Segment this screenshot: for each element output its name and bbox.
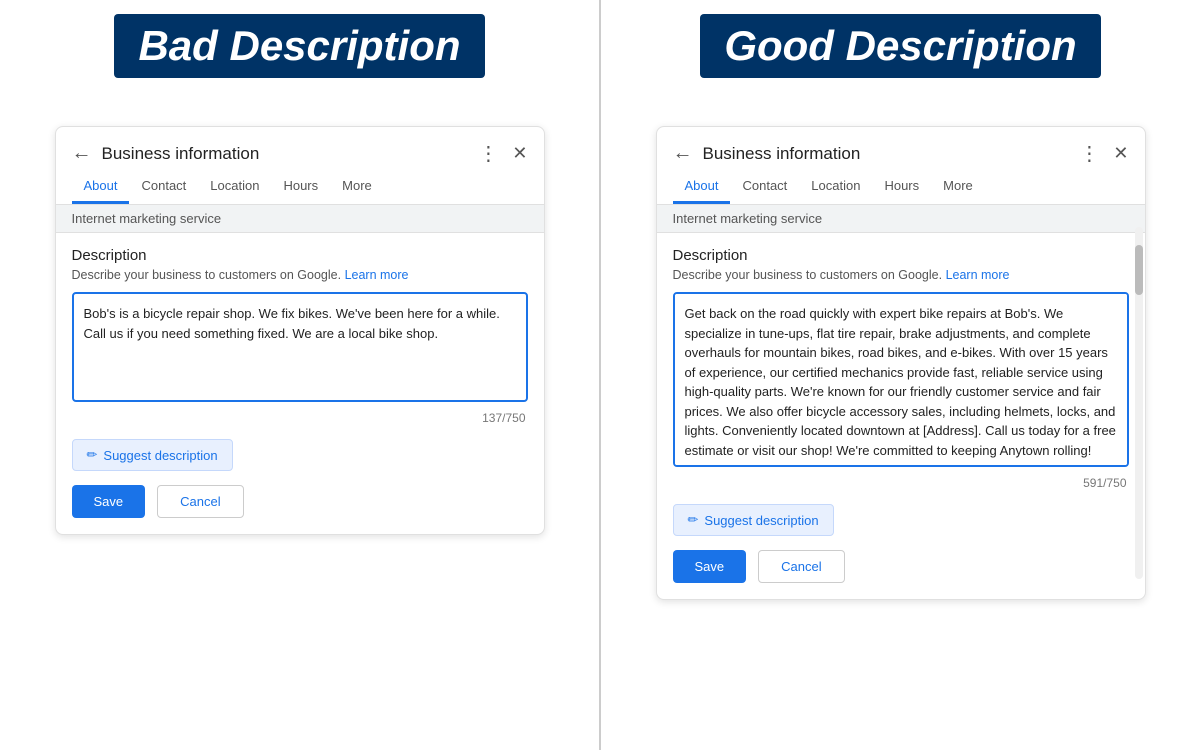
card-title-left: Business information [102, 144, 479, 164]
action-btns-left: Save Cancel [56, 481, 544, 518]
tab-more-right[interactable]: More [931, 172, 985, 204]
save-button-left[interactable]: Save [72, 485, 146, 518]
tab-about-left[interactable]: About [72, 172, 130, 204]
char-count-left: 137/750 [72, 411, 528, 425]
bad-description-card: ← Business information ⋮ ✕ About Contact… [55, 126, 545, 535]
bad-description-title: Bad Description [114, 14, 484, 78]
char-count-right: 591/750 [673, 476, 1129, 490]
back-arrow-left[interactable]: ← [72, 142, 92, 165]
description-textarea-right[interactable] [673, 292, 1129, 467]
card-header-left: ← Business information ⋮ ✕ [56, 127, 544, 166]
dots-menu-right[interactable]: ⋮ [1079, 141, 1099, 166]
back-arrow-right[interactable]: ← [673, 142, 693, 165]
tab-location-right[interactable]: Location [799, 172, 872, 204]
description-sub-right: Describe your business to customers on G… [673, 268, 1129, 282]
tab-hours-left[interactable]: Hours [271, 172, 330, 204]
suggest-btn-left[interactable]: ✏ Suggest description [72, 439, 233, 471]
pencil-icon-right: ✏ [688, 512, 699, 528]
tab-contact-right[interactable]: Contact [730, 172, 799, 204]
business-name-right: Internet marketing service [657, 205, 1145, 233]
cancel-button-left[interactable]: Cancel [157, 485, 243, 518]
left-panel: Bad Description ← Business information ⋮… [0, 0, 601, 750]
pencil-icon-left: ✏ [87, 447, 98, 463]
action-btns-right: Save Cancel [657, 546, 1145, 583]
tab-bar-right: About Contact Location Hours More [657, 166, 1145, 205]
right-panel: Good Description ← Business information … [601, 0, 1200, 750]
cancel-button-right[interactable]: Cancel [758, 550, 844, 583]
suggest-label-right: Suggest description [704, 513, 818, 528]
scrollbar-thumb-right [1135, 245, 1143, 295]
description-textarea-left[interactable] [72, 292, 528, 402]
card-header-right: ← Business information ⋮ ✕ [657, 127, 1145, 166]
close-button-right[interactable]: ✕ [1113, 143, 1128, 164]
description-sub-left: Describe your business to customers on G… [72, 268, 528, 282]
tab-location-left[interactable]: Location [198, 172, 271, 204]
tab-bar-left: About Contact Location Hours More [56, 166, 544, 205]
good-description-title: Good Description [700, 14, 1100, 78]
tab-contact-left[interactable]: Contact [129, 172, 198, 204]
description-label-left: Description [72, 247, 528, 264]
tab-about-right[interactable]: About [673, 172, 731, 204]
description-section-left: Description Describe your business to cu… [56, 233, 544, 425]
tab-hours-right[interactable]: Hours [872, 172, 931, 204]
suggest-label-left: Suggest description [103, 448, 217, 463]
good-description-card: ← Business information ⋮ ✕ About Contact… [656, 126, 1146, 600]
close-button-left[interactable]: ✕ [512, 143, 527, 164]
learn-more-right[interactable]: Learn more [946, 268, 1010, 282]
tab-more-left[interactable]: More [330, 172, 384, 204]
dots-menu-left[interactable]: ⋮ [478, 141, 498, 166]
description-label-right: Description [673, 247, 1129, 264]
learn-more-left[interactable]: Learn more [345, 268, 409, 282]
card-title-right: Business information [703, 144, 1080, 164]
description-section-right: Description Describe your business to cu… [657, 233, 1145, 490]
save-button-right[interactable]: Save [673, 550, 747, 583]
suggest-btn-right[interactable]: ✏ Suggest description [673, 504, 834, 536]
scrollbar-track-right [1135, 227, 1143, 579]
business-name-left: Internet marketing service [56, 205, 544, 233]
